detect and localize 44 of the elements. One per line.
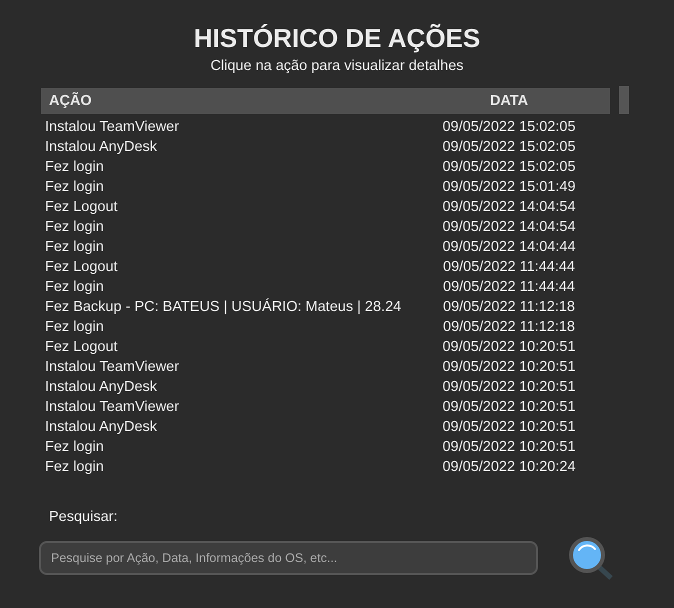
date-cell: 09/05/2022 14:04:44: [442, 238, 576, 256]
action-cell[interactable]: Fez login: [41, 158, 104, 176]
page-subtitle: Clique na ação para visualizar detalhes: [210, 57, 464, 75]
page-title: HISTÓRICO DE AÇÕES: [194, 23, 480, 53]
date-cell: 09/05/2022 11:12:18: [443, 318, 575, 336]
date-cell: 09/05/2022 11:12:18: [443, 298, 575, 316]
date-cell: 09/05/2022 10:20:51: [442, 398, 576, 416]
date-cell: 09/05/2022 15:02:05: [442, 118, 576, 136]
date-cell: 09/05/2022 14:04:54: [442, 218, 576, 236]
action-cell[interactable]: Instalou TeamViewer: [41, 358, 180, 376]
action-cell[interactable]: Fez login: [41, 458, 104, 476]
search-label: Pesquisar:: [49, 508, 118, 526]
action-cell[interactable]: Fez Backup - PC: BATEUS | USUÁRIO: Mateus | 28.24: [41, 298, 402, 316]
column-header: AÇÃO: [48, 93, 92, 109]
date-cell: 09/05/2022 11:44:44: [443, 278, 575, 296]
action-cell[interactable]: Fez Logout: [41, 338, 118, 356]
action-cell[interactable]: Instalou TeamViewer: [41, 398, 180, 416]
action-cell[interactable]: Fez Logout: [41, 198, 118, 216]
date-cell: 09/05/2022 10:20:51: [442, 378, 576, 396]
date-cell: 09/05/2022 15:02:05: [442, 138, 576, 156]
action-cell[interactable]: Instalou TeamViewer: [41, 118, 180, 136]
date-cell: 09/05/2022 10:20:51: [442, 418, 576, 436]
date-cell: 09/05/2022 10:20:51: [442, 358, 576, 376]
date-cell: 09/05/2022 10:20:51: [442, 338, 576, 356]
date-cell: 09/05/2022 11:44:44: [443, 258, 575, 276]
scrollbar-thumb[interactable]: [619, 86, 629, 114]
action-cell[interactable]: Instalou AnyDesk: [41, 418, 158, 436]
search-icon[interactable]: [568, 536, 614, 581]
action-cell[interactable]: Fez login: [41, 218, 104, 236]
action-cell[interactable]: Fez Logout: [41, 258, 118, 276]
column-header: DATA: [490, 93, 528, 109]
action-cell[interactable]: Fez login: [41, 178, 104, 196]
date-cell: 09/05/2022 15:01:49: [442, 178, 576, 196]
action-cell[interactable]: Fez login: [41, 278, 104, 296]
date-cell: 09/05/2022 15:02:05: [442, 158, 576, 176]
search-field[interactable]: Pesquise por Ação, Data, Informações do OS, etc...: [39, 540, 538, 574]
action-cell[interactable]: Instalou AnyDesk: [41, 378, 158, 396]
date-cell: 09/05/2022 14:04:54: [442, 198, 576, 216]
action-cell[interactable]: Fez login: [41, 238, 104, 256]
action-cell[interactable]: Instalou AnyDesk: [41, 138, 158, 156]
action-cell[interactable]: Fez login: [41, 438, 104, 456]
action-cell[interactable]: Fez login: [41, 318, 104, 336]
date-cell: 09/05/2022 10:20:24: [442, 458, 576, 476]
date-cell: 09/05/2022 10:20:51: [442, 438, 576, 456]
